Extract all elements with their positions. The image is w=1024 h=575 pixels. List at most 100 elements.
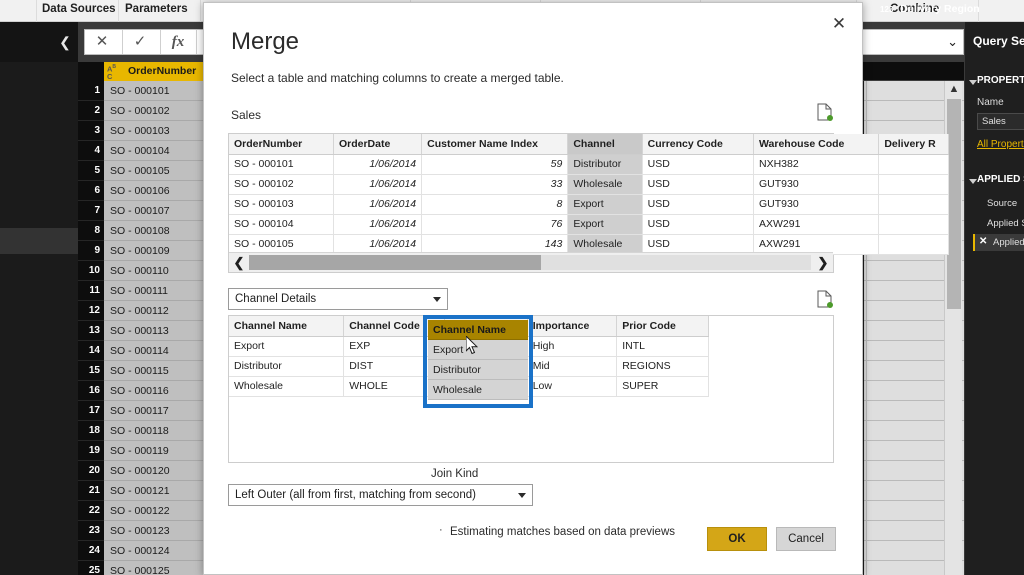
col-channel-name[interactable]: Channel Name	[229, 316, 345, 337]
grid-cell-ordernumber: SO - 000103	[104, 121, 210, 141]
grid-row-number[interactable]: 10	[78, 261, 104, 281]
accept-formula-icon[interactable]: ✓	[130, 32, 150, 52]
join-kind-select[interactable]: Left Outer (all from first, matching fro…	[228, 484, 533, 506]
grid-row-number[interactable]: 15	[78, 361, 104, 381]
scroll-right-icon[interactable]: ❯	[813, 253, 833, 272]
grid-row-number[interactable]: 14	[78, 341, 104, 361]
properties-section-label: PROPERTIES	[977, 75, 1024, 86]
query-settings-title: Query Settings	[973, 34, 1024, 48]
cell-channel: Distributor	[567, 154, 643, 175]
estimate-note: Estimating matches based on data preview…	[450, 526, 676, 538]
expand-applied-steps-icon[interactable]	[969, 179, 977, 184]
grid-row-number[interactable]: 18	[78, 421, 104, 441]
applied-step-item-active-label: Applied Step	[993, 237, 1024, 248]
expand-properties-icon[interactable]	[969, 80, 977, 85]
table-row[interactable]: SO - 000102 1/06/2014 33 Wholesale USD G…	[229, 174, 949, 195]
table-row[interactable]: SO - 000104 1/06/2014 76 Export USD AXW2…	[229, 214, 949, 235]
grid-row-number[interactable]: 6	[78, 181, 104, 201]
chevron-down-icon[interactable]: ⌄	[947, 34, 958, 50]
formula-divider	[196, 30, 197, 54]
table-row[interactable]: SO - 000103 1/06/2014 8 Export USD GUT93…	[229, 194, 949, 215]
col-channel[interactable]: Channel	[567, 134, 643, 155]
grid-row-number[interactable]: 16	[78, 381, 104, 401]
grid-row-number[interactable]: 24	[78, 541, 104, 561]
grid-row-number[interactable]: 13	[78, 321, 104, 341]
grid-row-number[interactable]: 17	[78, 401, 104, 421]
grid-row-number[interactable]: 25	[78, 561, 104, 575]
cell-channel-name: Export	[229, 336, 345, 357]
grid-row-number[interactable]: 23	[78, 521, 104, 541]
grid-row-number[interactable]: 1	[78, 81, 104, 101]
collapse-pane-icon[interactable]: ❮	[58, 34, 72, 50]
close-icon[interactable]: ✕	[826, 11, 852, 37]
scrollbar-thumb[interactable]	[249, 255, 542, 270]
scroll-up-icon[interactable]: ▲	[945, 81, 963, 98]
grid-row-number[interactable]: 22	[78, 501, 104, 521]
scrollbar-thumb[interactable]	[947, 99, 961, 309]
col-importance[interactable]: Importance	[527, 316, 618, 337]
ok-button[interactable]: OK	[707, 527, 767, 551]
grid-row-number[interactable]: 8	[78, 221, 104, 241]
selected-column-cell: Export	[428, 340, 528, 360]
col-ordernumber[interactable]: OrderNumber	[229, 134, 334, 155]
cell-currency: USD	[642, 194, 755, 215]
cell-channel: Wholesale	[567, 234, 643, 255]
cell-customer-index: 76	[421, 214, 569, 235]
cell-orderdate: 1/06/2014	[333, 214, 423, 235]
grid-cell-ordernumber: SO - 000115	[104, 361, 210, 381]
all-properties-link[interactable]: All Properties	[977, 139, 1024, 150]
selected-channel-name-column[interactable]: Channel Name Export Distributor Wholesal…	[428, 320, 528, 400]
cell-currency: USD	[642, 174, 755, 195]
grid-row-number[interactable]: 5	[78, 161, 104, 181]
applied-step-item[interactable]: Applied Step	[987, 218, 1024, 229]
table-row[interactable]: SO - 000105 1/06/2014 143 Wholesale USD …	[229, 234, 949, 255]
grid-row-number[interactable]: 7	[78, 201, 104, 221]
col-prior-code[interactable]: Prior Code	[616, 316, 709, 337]
col-customer-name-index[interactable]: Customer Name Index	[421, 134, 569, 155]
cell-channel-name: Wholesale	[229, 376, 345, 397]
table-row[interactable]: SO - 000101 1/06/2014 59 Distributor USD…	[229, 154, 949, 175]
cell-ordernumber: SO - 000105	[229, 234, 334, 255]
grid-row-number[interactable]: 21	[78, 481, 104, 501]
grid-cell-ordernumber: SO - 000113	[104, 321, 210, 341]
first-table-body: SO - 000101 1/06/2014 59 Distributor USD…	[229, 154, 949, 255]
grid-row-number[interactable]: 9	[78, 241, 104, 261]
second-table-select[interactable]: Channel Details	[228, 288, 448, 310]
col-delivery-region[interactable]: Delivery R	[878, 134, 949, 155]
grid-row-number[interactable]: 2	[78, 101, 104, 121]
grid-row-number[interactable]: 11	[78, 281, 104, 301]
ribbon-tab-parameters[interactable]: Parameters	[125, 3, 188, 15]
grid-select-all-corner[interactable]	[78, 62, 181, 139]
remove-step-icon[interactable]: ✕	[979, 236, 987, 247]
chevron-down-icon[interactable]	[433, 297, 441, 302]
grid-row-number[interactable]: 20	[78, 461, 104, 481]
col-warehouse-code[interactable]: Warehouse Code	[753, 134, 880, 155]
grid-header-delivery-region[interactable]: 123 Delivery Region	[880, 0, 980, 19]
selected-column-header[interactable]: Channel Name	[428, 320, 528, 340]
cell-importance: Low	[527, 376, 618, 397]
grid-cell-ordernumber: SO - 000101	[104, 81, 210, 101]
ribbon-tab-data-sources[interactable]: Data Sources	[42, 3, 116, 15]
fx-icon[interactable]: fx	[168, 32, 188, 52]
col-orderdate[interactable]: OrderDate	[333, 134, 423, 155]
queries-pane-selected-item[interactable]	[0, 228, 78, 254]
grid-row-number[interactable]: 19	[78, 441, 104, 461]
cell-delivery	[878, 174, 949, 195]
cancel-button[interactable]: Cancel	[776, 527, 836, 551]
grid-ordernumber-column[interactable]: SO - 000101 SO - 000102 SO - 000103 SO - 00…	[104, 81, 210, 575]
col-currency-code[interactable]: Currency Code	[642, 134, 755, 155]
cell-prior-code: INTL	[616, 336, 709, 357]
second-table-page-icon[interactable]	[817, 290, 833, 308]
grid-row-number[interactable]: 12	[78, 301, 104, 321]
grid-cell-ordernumber: SO - 000108	[104, 221, 210, 241]
first-table-horizontal-scrollbar[interactable]: ❮ ❯	[229, 252, 833, 272]
cancel-formula-icon[interactable]: ✕	[92, 32, 112, 52]
chevron-down-icon[interactable]	[518, 493, 526, 498]
grid-row-number[interactable]: 3	[78, 121, 104, 141]
scroll-left-icon[interactable]: ❮	[229, 253, 249, 272]
scrollbar-track[interactable]	[249, 255, 811, 270]
grid-row-number[interactable]: 4	[78, 141, 104, 161]
applied-step-source[interactable]: Source	[987, 198, 1017, 209]
first-table-page-icon[interactable]	[817, 103, 833, 121]
query-name-input[interactable]: Sales	[977, 113, 1024, 130]
